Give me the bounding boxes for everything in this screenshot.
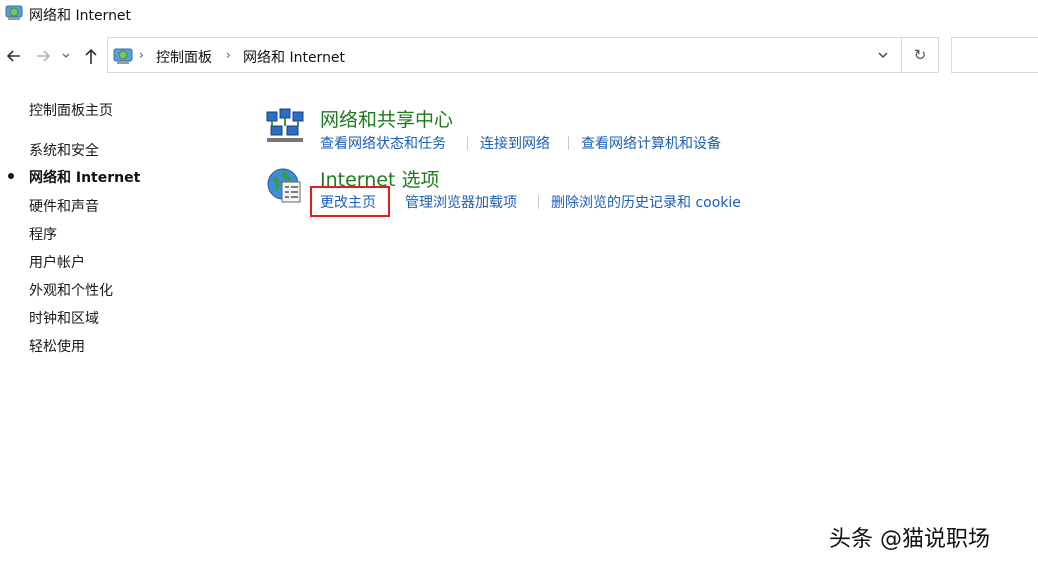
address-history-dropdown[interactable]: [872, 44, 894, 66]
recent-locations-button[interactable]: [58, 44, 74, 68]
breadcrumb-network-internet[interactable]: 网络和 Internet: [243, 47, 345, 67]
chevron-down-icon: [61, 51, 71, 61]
manage-browser-addons-link[interactable]: 管理浏览器加载项: [405, 192, 517, 212]
task-separator: [568, 136, 569, 150]
delete-browsing-history-link[interactable]: 删除浏览的历史记录和 cookie: [551, 192, 741, 212]
control-panel-icon: [112, 45, 134, 67]
sidebar-item-programs[interactable]: 程序: [29, 224, 57, 244]
back-arrow-icon: [6, 48, 22, 64]
up-arrow-icon: [83, 47, 99, 65]
chevron-down-icon: [877, 46, 889, 65]
task-separator: [467, 136, 468, 150]
window-title: 网络和 Internet: [29, 8, 132, 24]
change-homepage-link[interactable]: 更改主页: [320, 192, 376, 212]
refresh-button[interactable]: ↻: [908, 44, 932, 66]
breadcrumb-separator: ›: [226, 48, 231, 62]
breadcrumb-separator: ›: [139, 48, 144, 62]
connect-to-network-link[interactable]: 连接到网络: [480, 133, 550, 153]
sidebar-item-user-accounts[interactable]: 用户帐户: [29, 252, 85, 272]
sidebar-item-network-internet[interactable]: 网络和 Internet: [29, 167, 140, 187]
sidebar-item-ease-of-access[interactable]: 轻松使用: [29, 336, 85, 356]
address-bar[interactable]: › 控制面板 › 网络和 Internet ↻: [107, 37, 939, 73]
watermark-text: 头条 @猫说职场: [829, 527, 990, 552]
navigation-bar: › 控制面板 › 网络和 Internet ↻: [0, 36, 1038, 76]
network-sharing-center-icon: [265, 106, 305, 146]
view-network-computers-link[interactable]: 查看网络计算机和设备: [581, 133, 721, 153]
network-sharing-center-title[interactable]: 网络和共享中心: [320, 105, 453, 132]
address-divider: [901, 38, 902, 72]
refresh-icon: ↻: [913, 46, 927, 64]
network-folder-icon: [4, 3, 24, 23]
sidebar-item-control-panel-home[interactable]: 控制面板主页: [29, 100, 113, 120]
sidebar-item-appearance[interactable]: 外观和个性化: [29, 280, 113, 300]
forward-button[interactable]: [33, 44, 53, 68]
task-separator: [538, 195, 539, 209]
back-button[interactable]: [4, 44, 24, 68]
active-bullet: [8, 173, 14, 179]
title-bar: 网络和 Internet: [0, 0, 1038, 28]
search-input[interactable]: [951, 37, 1038, 73]
forward-arrow-icon: [35, 48, 51, 64]
sidebar-item-system-security[interactable]: 系统和安全: [29, 140, 99, 160]
up-button[interactable]: [81, 44, 101, 68]
sidebar-item-hardware-sound[interactable]: 硬件和声音: [29, 196, 99, 216]
internet-options-globe-icon: [265, 166, 305, 206]
sidebar-item-clock-region[interactable]: 时钟和区域: [29, 308, 99, 328]
breadcrumb-control-panel[interactable]: 控制面板: [156, 47, 212, 67]
view-network-status-link[interactable]: 查看网络状态和任务: [320, 133, 446, 153]
